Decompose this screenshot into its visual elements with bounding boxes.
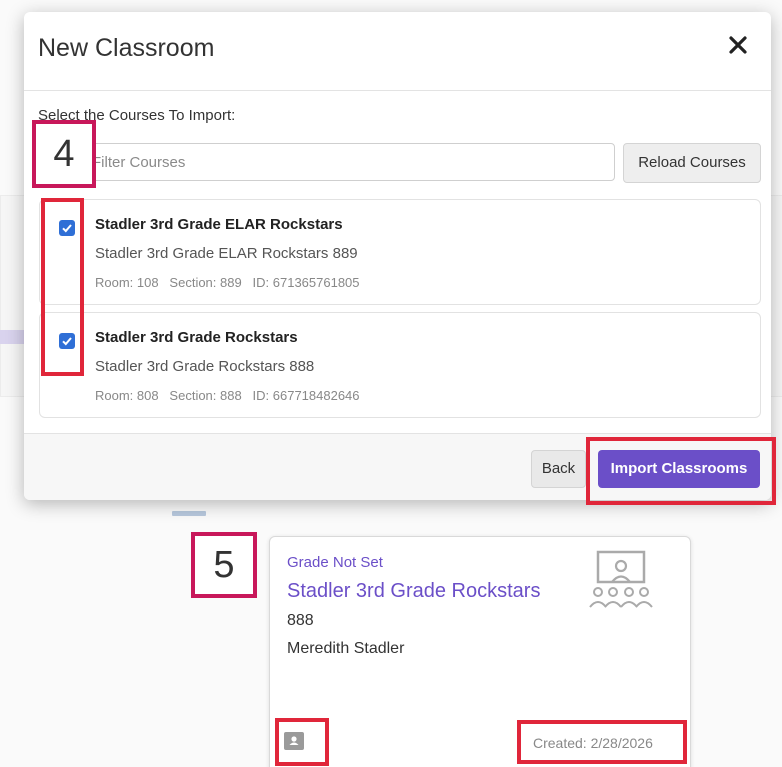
close-icon[interactable] xyxy=(727,34,749,56)
course-checkbox[interactable] xyxy=(59,220,75,236)
new-classroom-modal: New Classroom Select the Courses To Impo… xyxy=(24,12,771,500)
course-subtitle: Stadler 3rd Grade ELAR Rockstars 889 xyxy=(95,245,358,262)
course-meta: Room: 808 Section: 888 ID: 667718482646 xyxy=(95,388,360,403)
add-icon xyxy=(172,502,206,522)
back-button[interactable]: Back xyxy=(531,450,586,488)
reload-courses-button[interactable]: Reload Courses xyxy=(623,143,761,183)
course-item[interactable]: Stadler 3rd Grade Rockstars Stadler 3rd … xyxy=(39,312,761,418)
filter-courses-input[interactable] xyxy=(89,143,615,181)
classroom-title[interactable]: Stadler 3rd Grade Rockstars xyxy=(287,580,540,603)
modal-header: New Classroom xyxy=(24,12,771,91)
course-name: Stadler 3rd Grade Rockstars xyxy=(95,329,298,346)
course-meta: Room: 108 Section: 889 ID: 671365761805 xyxy=(95,275,360,290)
google-classroom-icon[interactable] xyxy=(283,730,305,752)
modal-footer: Back Import Classrooms xyxy=(24,433,771,500)
classroom-grade: Grade Not Set xyxy=(287,554,383,571)
import-classrooms-button[interactable]: Import Classrooms xyxy=(598,450,760,488)
classroom-card[interactable]: Grade Not Set Stadler 3rd Grade Rockstar… xyxy=(269,536,691,767)
step-4-badge: 4 xyxy=(32,120,96,188)
classroom-teacher: Meredith Stadler xyxy=(287,640,405,657)
course-item[interactable]: Stadler 3rd Grade ELAR Rockstars Stadler… xyxy=(39,199,761,305)
course-subtitle: Stadler 3rd Grade Rockstars 888 xyxy=(95,358,315,375)
course-checkbox[interactable] xyxy=(59,333,75,349)
modal-title: New Classroom xyxy=(38,34,215,62)
step-5-badge: 5 xyxy=(191,532,257,598)
course-name: Stadler 3rd Grade ELAR Rockstars xyxy=(95,216,343,233)
classroom-created-date: Created: 2/28/2026 xyxy=(533,735,653,751)
screen: New Classroom Select the Courses To Impo… xyxy=(0,0,782,767)
classroom-section: 888 xyxy=(287,612,314,629)
classroom-presentation-icon xyxy=(586,549,656,611)
